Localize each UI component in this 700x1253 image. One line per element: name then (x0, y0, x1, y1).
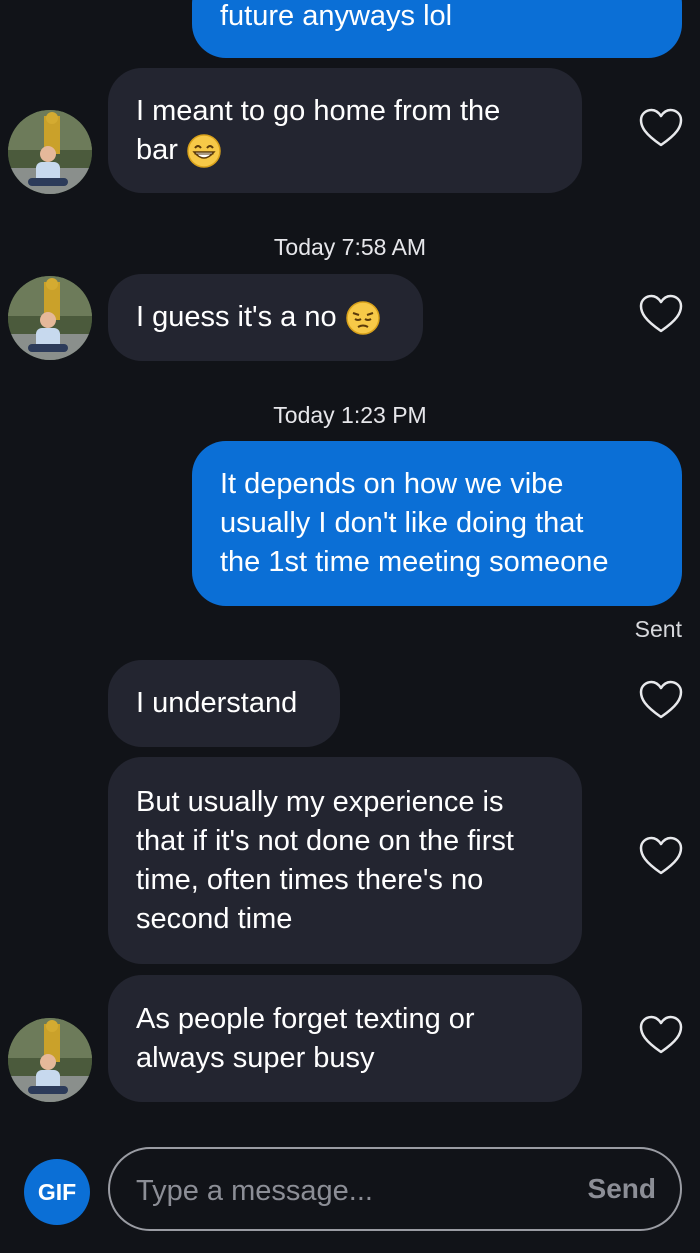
avatar[interactable] (8, 110, 92, 194)
message-bubble-outgoing[interactable]: It depends on how we vibe usually I don'… (192, 441, 682, 606)
message-bubble-incoming[interactable]: I understand (108, 660, 340, 747)
pensive-face-emoji-icon (345, 300, 381, 336)
like-heart-icon[interactable] (639, 1015, 683, 1055)
sent-status: Sent (634, 616, 682, 642)
message-text: future anyways lol (220, 0, 453, 32)
message-bubble-incoming[interactable]: I meant to go home from the bar (108, 68, 582, 193)
message-text: I guess it's a no (136, 301, 337, 333)
grinning-face-emoji-icon (186, 133, 222, 169)
message-text: always super busy (136, 1041, 375, 1074)
message-input[interactable] (134, 1169, 558, 1213)
message-bubble-incoming[interactable]: But usually my experience is that if it'… (108, 757, 582, 964)
send-button[interactable]: Send (588, 1173, 656, 1205)
message-text: As people forget texting or (136, 1002, 475, 1035)
message-composer: Send (108, 1147, 682, 1231)
message-text: time, often times there's no (136, 863, 484, 896)
like-heart-icon[interactable] (639, 294, 683, 334)
like-heart-icon[interactable] (639, 836, 683, 876)
gif-button[interactable]: GIF (24, 1159, 90, 1225)
message-text: But usually my experience is (136, 785, 504, 818)
timestamp: Today 7:58 AM (273, 234, 427, 260)
avatar[interactable] (8, 276, 92, 360)
avatar[interactable] (8, 1018, 92, 1102)
message-text: I understand (136, 687, 298, 719)
message-text: second time (136, 902, 293, 935)
message-text: bar (136, 133, 178, 166)
message-bubble-incoming[interactable]: As people forget texting or always super… (108, 975, 582, 1102)
message-text: I meant to go home from the (136, 94, 501, 127)
like-heart-icon[interactable] (639, 108, 683, 148)
message-bubble-incoming[interactable]: I guess it's a no (108, 274, 423, 361)
message-text: the 1st time meeting someone (220, 546, 609, 578)
message-text: It depends on how we vibe (220, 468, 564, 500)
message-text: that if it's not done on the first (136, 824, 514, 857)
like-heart-icon[interactable] (639, 680, 683, 720)
message-text: usually I don't like doing that (220, 507, 584, 539)
timestamp: Today 1:23 PM (273, 402, 427, 428)
message-bubble-outgoing[interactable]: future anyways lol (192, 0, 682, 58)
